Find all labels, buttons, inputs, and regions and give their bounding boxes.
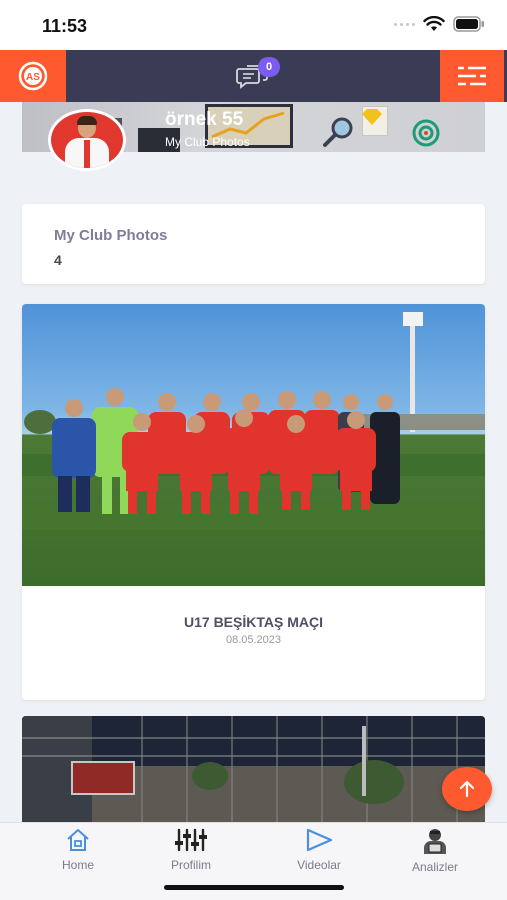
profile-name: örnek 55 [165,109,244,130]
avatar[interactable] [48,109,126,171]
signal-icon [394,22,415,26]
wifi-icon [423,16,445,31]
status-icons [394,16,485,32]
status-bar: 11:53 [0,0,507,50]
messages-badge: 0 [258,57,280,77]
team-photo[interactable] [22,304,485,586]
tab-analizler[interactable]: Analizler [385,827,485,877]
messages-button[interactable]: 0 [236,57,280,94]
battery-icon [453,16,484,32]
photo-date: 08.05.2023 [225,634,282,646]
menu-icon [458,65,486,87]
photo-card[interactable]: U17 BEŞİKTAŞ MAÇI 08.05.2023 [22,304,485,700]
diamond-illustration [362,109,382,125]
sliders-icon [175,828,207,852]
tab-videolar[interactable]: Videolar [269,827,369,877]
tab-home-label: Home [61,858,94,872]
photos-count-value: 4 [54,252,62,268]
club-logo-button[interactable]: AS [0,50,66,102]
home-icon [67,829,89,851]
app-header: AS 0 [0,50,507,102]
menu-button[interactable] [440,50,504,102]
tab-videolar-label: Videolar [297,858,341,872]
play-icon [306,828,333,852]
tab-home[interactable]: Home [28,827,128,877]
target-illustration [412,119,440,147]
club-logo-icon: AS [18,61,48,91]
status-time: 11:53 [42,16,88,36]
tab-profilim-label: Profilim [170,858,211,872]
photo-title: U17 BEŞİKTAŞ MAÇI [184,614,323,630]
tab-profilim[interactable]: Profilim [141,827,241,877]
photos-count-card: My Club Photos 4 [22,204,485,284]
magnifier-illustration [323,117,353,147]
analyst-icon [424,829,446,854]
profile-subtitle: My Club Photos [165,135,250,149]
svg-text:AS: AS [26,72,40,83]
home-indicator [164,885,344,890]
photo-card[interactable] [22,716,485,826]
photos-count-title: My Club Photos [54,227,168,244]
arrow-up-icon [459,780,475,798]
tab-analizler-label: Analizler [411,860,459,874]
scroll-to-top-button[interactable] [442,767,492,811]
